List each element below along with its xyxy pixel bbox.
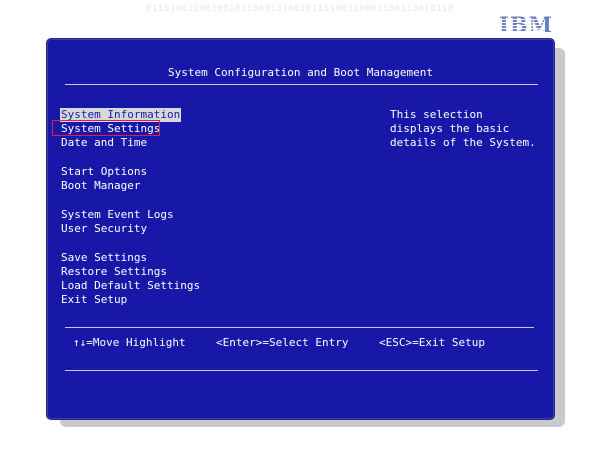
bios-setup-screen: System Configuration and Boot Management…	[46, 38, 555, 420]
footer-select-entry: <Enter>=Select Entry	[216, 336, 349, 349]
footer-exit-setup: <ESC>=Exit Setup	[379, 336, 485, 349]
menu-item-boot-manager[interactable]: Boot Manager	[60, 179, 141, 193]
menu-item-restore-settings[interactable]: Restore Settings	[60, 265, 168, 279]
menu-item-date-and-time[interactable]: Date and Time	[60, 136, 148, 150]
footer-divider-bottom	[65, 370, 538, 371]
help-line: displays the basic	[390, 122, 510, 135]
title-divider	[65, 84, 538, 85]
menu-item-user-security[interactable]: User Security	[60, 222, 148, 236]
menu-item-system-settings[interactable]: System Settings	[60, 122, 161, 136]
menu-item-load-default-settings[interactable]: Load Default Settings	[60, 279, 201, 293]
logo-stripes	[497, 17, 545, 35]
menu-item-exit-setup[interactable]: Exit Setup	[60, 293, 128, 307]
footer-move-highlight: ↑↓=Move Highlight	[73, 336, 186, 349]
menu-item-system-event-logs[interactable]: System Event Logs	[60, 208, 175, 222]
help-line: This selection	[390, 108, 483, 121]
menu-item-system-information[interactable]: System Information	[60, 108, 182, 122]
help-line: details of the System.	[390, 136, 536, 149]
menu-item-start-options[interactable]: Start Options	[60, 165, 148, 179]
menu-item-save-settings[interactable]: Save Settings	[60, 251, 148, 265]
help-description: This selection displays the basic detail…	[390, 108, 540, 150]
footer-divider-top	[65, 327, 534, 328]
page-title: System Configuration and Boot Management	[168, 66, 433, 79]
